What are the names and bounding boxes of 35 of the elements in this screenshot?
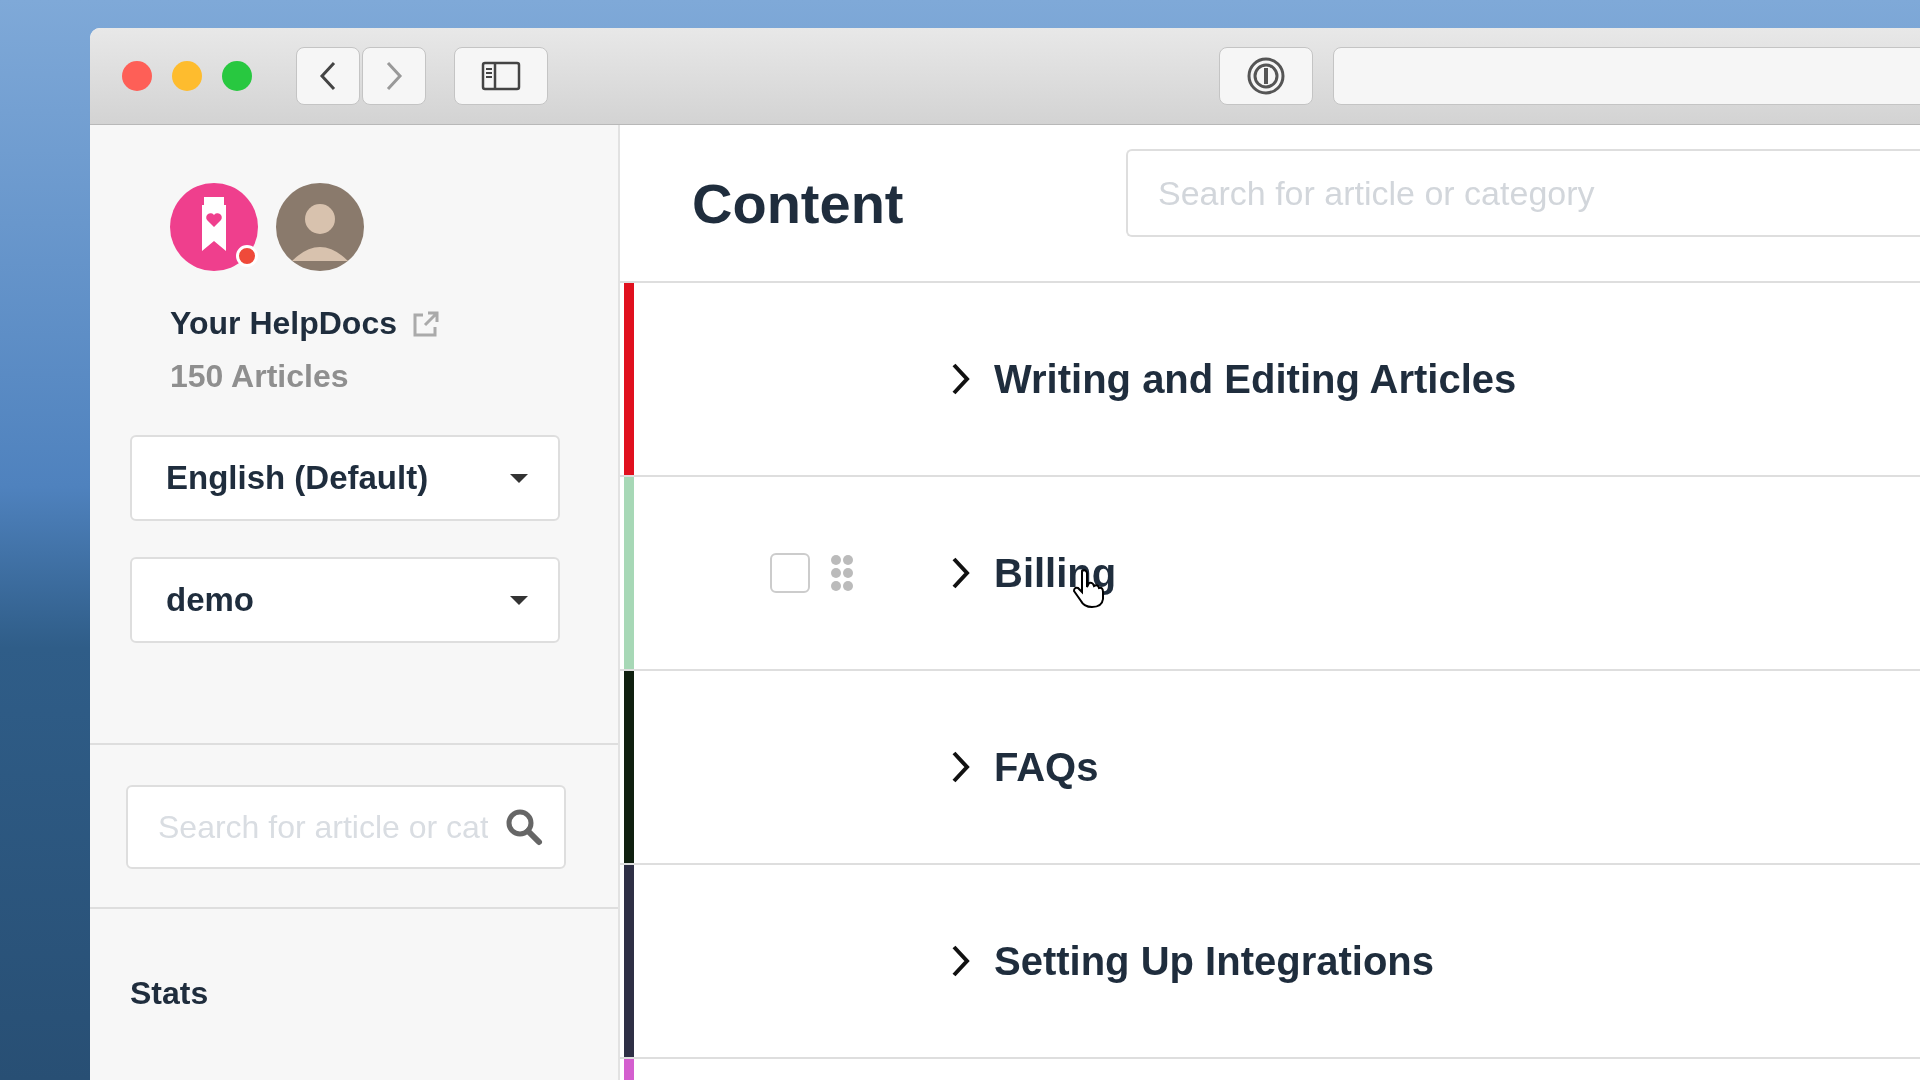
- search-icon: [504, 807, 544, 847]
- zoom-button[interactable]: [222, 61, 252, 91]
- address-bar[interactable]: [1333, 47, 1920, 105]
- site-name: Your HelpDocs: [170, 305, 397, 342]
- category-row[interactable]: FAQs: [620, 671, 1920, 865]
- chevron-right-icon[interactable]: [950, 943, 972, 979]
- chevron-left-icon: [318, 60, 338, 92]
- keyhole-icon: [1246, 56, 1286, 96]
- status-dot: [236, 245, 258, 267]
- close-button[interactable]: [122, 61, 152, 91]
- caret-icon: [510, 473, 528, 483]
- user-avatar[interactable]: [276, 183, 364, 271]
- chevron-right-icon[interactable]: [950, 749, 972, 785]
- chevron-right-icon[interactable]: [950, 361, 972, 397]
- back-button[interactable]: [296, 47, 360, 105]
- checkbox[interactable]: [770, 553, 810, 593]
- language-select[interactable]: English (Default): [130, 435, 560, 521]
- minimize-button[interactable]: [172, 61, 202, 91]
- caret-icon: [510, 595, 528, 605]
- category-row[interactable]: Writing and Editing Articles: [620, 283, 1920, 477]
- page-title: Content: [692, 170, 905, 236]
- category-title[interactable]: Writing and Editing Articles: [994, 356, 1517, 402]
- chevron-right-icon: [384, 60, 404, 92]
- version-select[interactable]: demo: [130, 557, 560, 643]
- chevron-right-icon[interactable]: [950, 555, 972, 591]
- category-title[interactable]: FAQs: [994, 744, 1099, 790]
- section-heading: Stats: [129, 974, 210, 1012]
- drag-handle-icon[interactable]: [830, 554, 854, 592]
- category-title[interactable]: Setting Up Integrations: [994, 938, 1434, 984]
- category-row[interactable]: Setting Up Integrations: [620, 865, 1920, 1059]
- sidebar-toggle-button[interactable]: [454, 47, 548, 105]
- password-manager-button[interactable]: [1219, 47, 1313, 105]
- logo-icon: [170, 183, 258, 271]
- sidebar-icon: [481, 61, 521, 91]
- article-count: 150 Articles: [169, 357, 350, 395]
